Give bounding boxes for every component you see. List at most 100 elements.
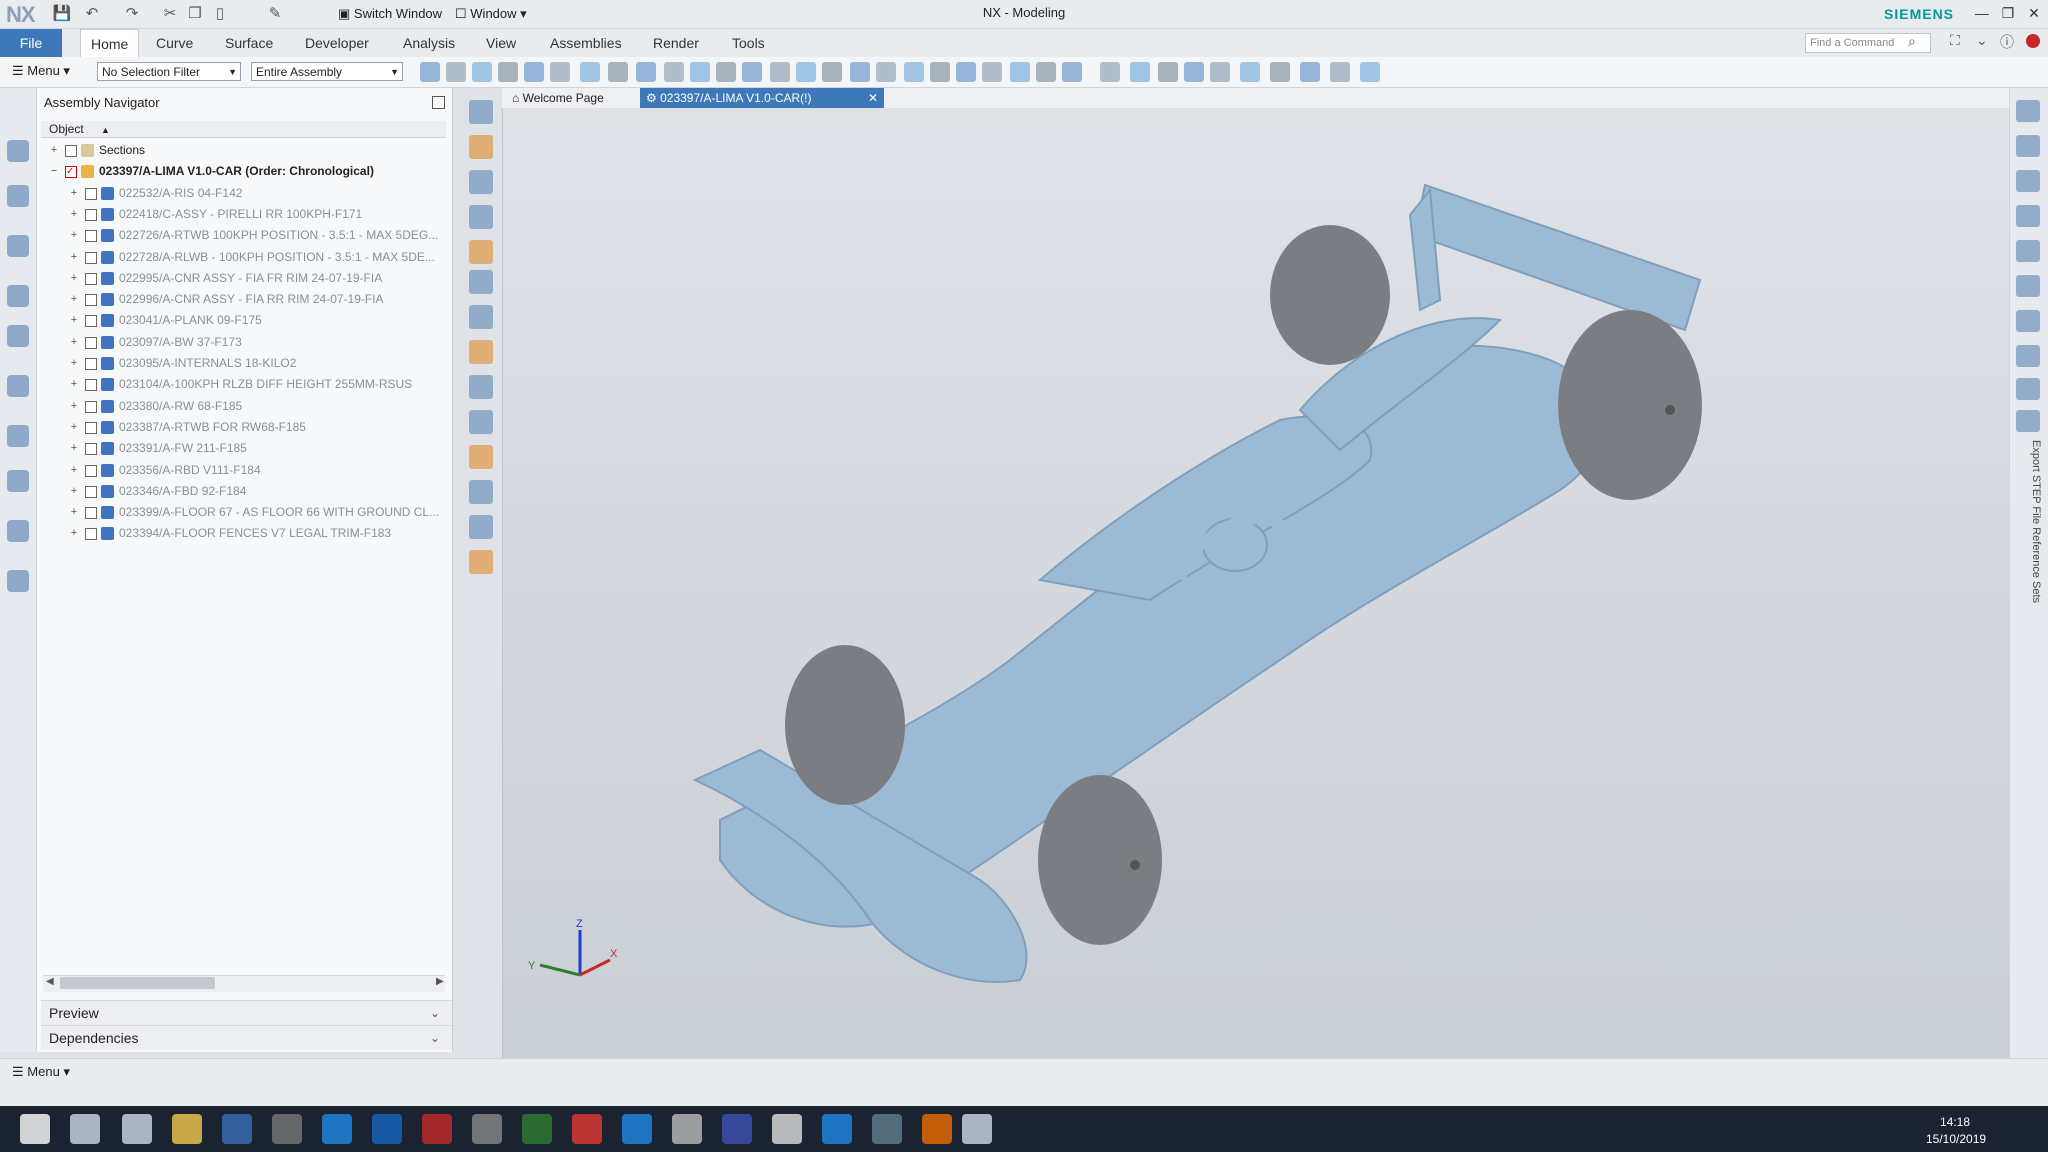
navigator-row[interactable]: +023095/A-INTERNALS 18-KILO2 (41, 353, 446, 374)
scrollbar-thumb[interactable] (60, 977, 215, 989)
right-bar-tool-icon[interactable] (2016, 378, 2040, 400)
clock-date[interactable]: 15/10/2019 (1926, 1132, 1986, 1146)
toolbar-tool-icon[interactable] (850, 62, 870, 82)
toolbar-tool-icon[interactable] (876, 62, 896, 82)
scroll-right-icon[interactable]: ▶ (436, 976, 444, 987)
taskbar-app-icon[interactable] (322, 1114, 352, 1144)
toolbar-tool-icon[interactable] (1184, 62, 1204, 82)
feature-tool-icon[interactable] (469, 205, 493, 229)
feature-tool-icon[interactable] (469, 550, 493, 574)
resource-tab-icon[interactable] (7, 185, 29, 207)
visibility-checkbox[interactable] (85, 443, 97, 456)
expand-toggle-icon[interactable]: + (69, 374, 79, 395)
expand-toggle-icon[interactable]: + (69, 225, 79, 246)
right-bar-tool-icon[interactable] (2016, 275, 2040, 297)
expand-toggle-icon[interactable]: + (69, 289, 79, 310)
taskbar-app-icon[interactable] (172, 1114, 202, 1144)
navigator-row[interactable]: +023387/A-RTWB FOR RW68-F185 (41, 417, 446, 438)
navigator-row[interactable]: +022995/A-CNR ASSY - FIA FR RIM 24-07-19… (41, 268, 446, 289)
resource-tab-icon[interactable] (7, 520, 29, 542)
taskbar-app-icon[interactable] (962, 1114, 992, 1144)
column-object-header[interactable]: Object ▲ (49, 122, 110, 136)
taskbar-app-icon[interactable] (222, 1114, 252, 1144)
visibility-checkbox[interactable] (85, 315, 97, 328)
tab-tools[interactable]: Tools (722, 29, 775, 57)
search-icon[interactable]: ⌕ (1908, 33, 1916, 50)
right-bar-tool-icon[interactable] (2016, 240, 2040, 262)
expand-toggle-icon[interactable]: + (69, 204, 79, 225)
close-tab-icon[interactable]: ✕ (868, 88, 878, 108)
tab-analysis[interactable]: Analysis (393, 29, 465, 57)
visibility-checkbox[interactable] (85, 400, 97, 413)
expand-toggle-icon[interactable]: + (69, 481, 79, 502)
resource-tab-icon[interactable] (7, 285, 29, 307)
f1-car-model[interactable] (680, 160, 1800, 1020)
toolbar-tool-icon[interactable] (690, 62, 710, 82)
toolbar-tool-icon[interactable] (930, 62, 950, 82)
navigator-row[interactable]: +023394/A-FLOOR FENCES V7 LEGAL TRIM-F18… (41, 523, 446, 544)
help-icon[interactable]: ⓘ (2000, 32, 2014, 52)
visibility-checkbox[interactable]: ✓ (65, 166, 77, 179)
dependencies-section[interactable]: Dependencies ⌄ (41, 1025, 452, 1050)
navigator-row[interactable]: +022996/A-CNR ASSY - FIA RR RIM 24-07-19… (41, 289, 446, 310)
toolbar-tool-icon[interactable] (1300, 62, 1320, 82)
feature-tool-icon[interactable] (469, 445, 493, 469)
toolbar-tool-icon[interactable] (1158, 62, 1178, 82)
navigator-row[interactable]: +022418/C-ASSY - PIRELLI RR 100KPH-F171 (41, 204, 446, 225)
feature-tool-icon[interactable] (469, 515, 493, 539)
navigator-row[interactable]: +023041/A-PLANK 09-F175 (41, 310, 446, 331)
expand-toggle-icon[interactable]: + (69, 460, 79, 481)
minimize-icon[interactable]: — (1970, 2, 1994, 24)
expand-toggle-icon[interactable]: + (69, 353, 79, 374)
toolbar-tool-icon[interactable] (956, 62, 976, 82)
navigator-row[interactable]: +022532/A-RIS 04-F142 (41, 183, 446, 204)
ribbon-options-icon[interactable]: ⌄ (1976, 32, 1988, 49)
expand-toggle-icon[interactable]: + (69, 438, 79, 459)
toolbar-tool-icon[interactable] (742, 62, 762, 82)
navigator-row[interactable]: +023097/A-BW 37-F173 (41, 332, 446, 353)
toolbar-tool-icon[interactable] (982, 62, 1002, 82)
toolbar-tool-icon[interactable] (904, 62, 924, 82)
tab-welcome-page[interactable]: ⌂ Welcome Page (506, 88, 610, 108)
expand-toggle-icon[interactable]: + (69, 183, 79, 204)
resource-tab-icon[interactable] (7, 470, 29, 492)
toolbar-tool-icon[interactable] (550, 62, 570, 82)
expand-toggle-icon[interactable]: + (69, 332, 79, 353)
taskbar-app-icon[interactable] (922, 1114, 952, 1144)
navigator-row[interactable]: + Sections (41, 140, 446, 161)
restore-icon[interactable]: ❐ (1996, 2, 2020, 24)
tab-part-file[interactable]: ⚙ 023397/A-LIMA V1.0-CAR(!) ✕ (640, 88, 884, 108)
visibility-checkbox[interactable] (85, 464, 97, 477)
visibility-checkbox[interactable] (85, 421, 97, 434)
toolbar-tool-icon[interactable] (1240, 62, 1260, 82)
toolbar-tool-icon[interactable] (498, 62, 518, 82)
tab-developer[interactable]: Developer (295, 29, 379, 57)
feature-tool-icon[interactable] (469, 340, 493, 364)
expand-toggle-icon[interactable]: + (69, 523, 79, 544)
right-bar-tool-icon[interactable] (2016, 310, 2040, 332)
toolbar-tool-icon[interactable] (664, 62, 684, 82)
toolbar-tool-icon[interactable] (796, 62, 816, 82)
toolbar-tool-icon[interactable] (770, 62, 790, 82)
feature-tool-icon[interactable] (469, 480, 493, 504)
tab-home[interactable]: Home (80, 29, 140, 58)
expand-toggle-icon[interactable]: + (69, 502, 79, 523)
status-menu-button[interactable]: ☰ Menu ▾ (12, 1064, 70, 1080)
feature-tool-icon[interactable] (469, 135, 493, 159)
tab-surface[interactable]: Surface (215, 29, 283, 57)
tab-view[interactable]: View (476, 29, 526, 57)
toolbar-tool-icon[interactable] (716, 62, 736, 82)
clock-time[interactable]: 14:18 (1940, 1115, 1970, 1129)
taskbar-app-icon[interactable] (772, 1114, 802, 1144)
toolbar-tool-icon[interactable] (608, 62, 628, 82)
selection-filter-select[interactable]: No Selection Filter ▼ (97, 62, 241, 81)
toolbar-tool-icon[interactable] (1130, 62, 1150, 82)
record-icon[interactable] (2026, 34, 2040, 48)
visibility-checkbox[interactable] (85, 485, 97, 498)
toolbar-tool-icon[interactable] (1010, 62, 1030, 82)
expand-toggle-icon[interactable]: + (69, 247, 79, 268)
toolbar-tool-icon[interactable] (1062, 62, 1082, 82)
resource-tab-icon[interactable] (7, 325, 29, 347)
toolbar-tool-icon[interactable] (1036, 62, 1056, 82)
resource-tab-icon[interactable] (7, 425, 29, 447)
